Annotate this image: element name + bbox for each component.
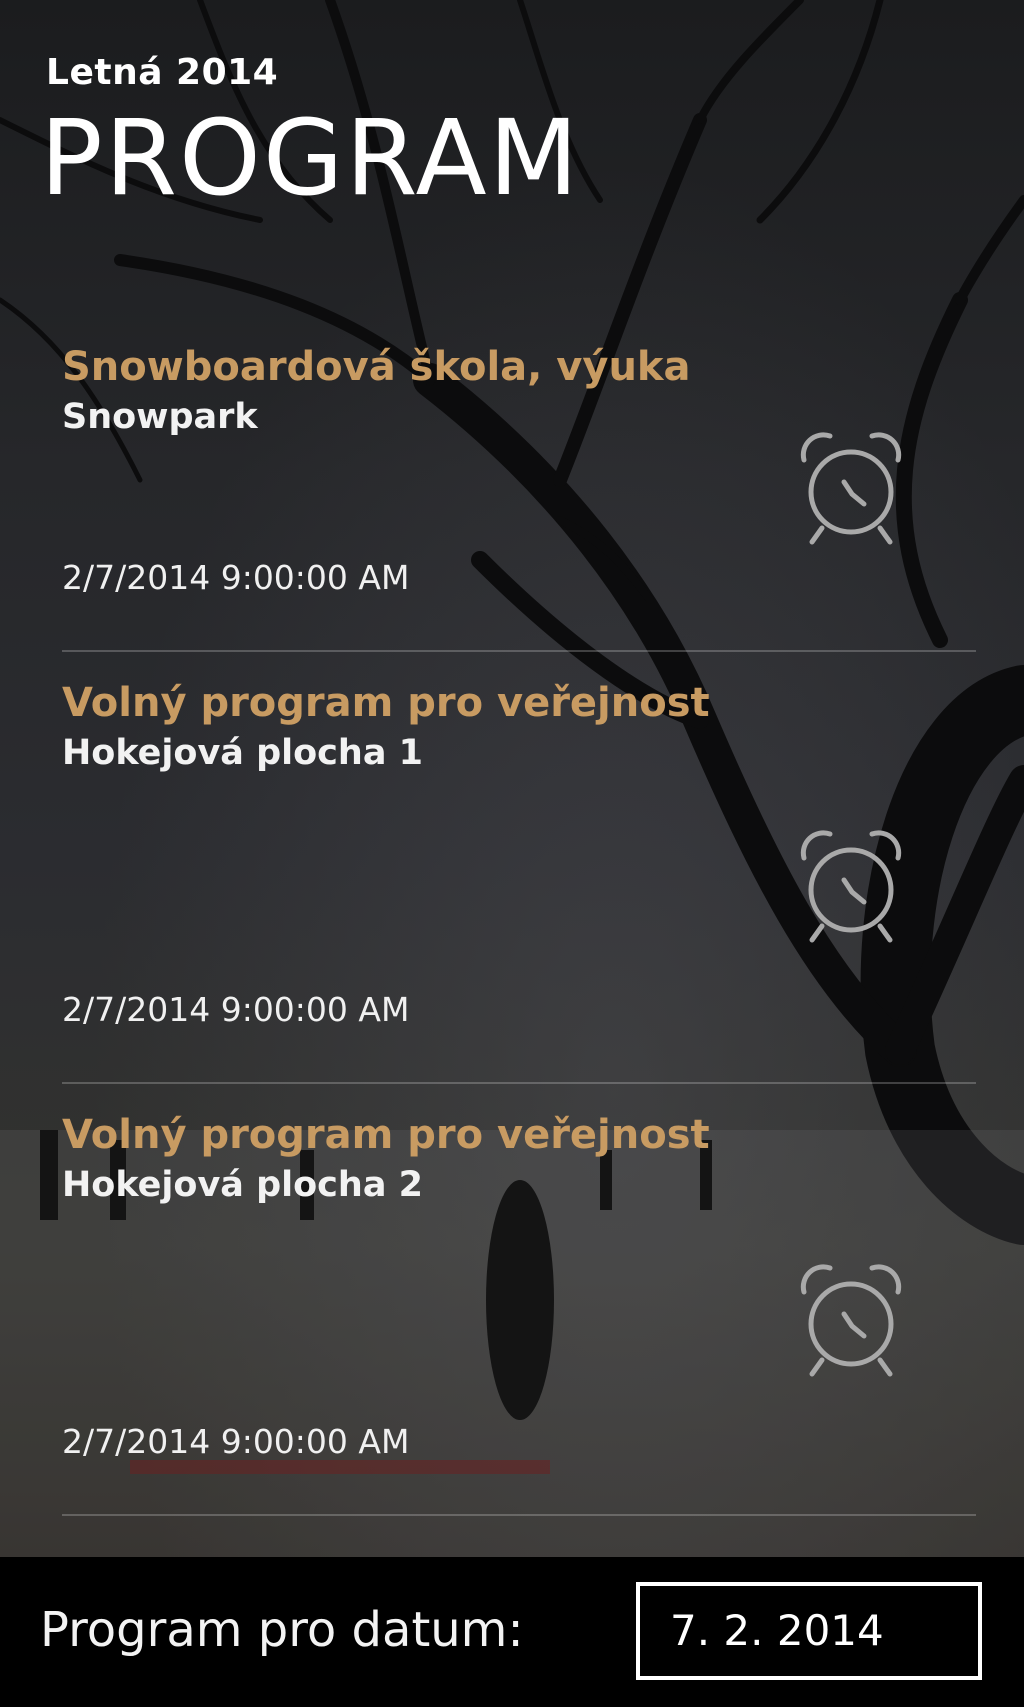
program-item-title: Volný program pro veřejnost bbox=[62, 680, 710, 726]
program-item-time: 2/7/2014 9:00:00 AM bbox=[62, 1422, 410, 1461]
alarm-clock-icon[interactable] bbox=[786, 1254, 916, 1384]
program-item-time: 2/7/2014 9:00:00 AM bbox=[62, 558, 410, 597]
alarm-clock-icon[interactable] bbox=[786, 820, 916, 950]
alarm-clock-icon[interactable] bbox=[786, 422, 916, 552]
program-item-title: Volný program pro veřejnost bbox=[62, 1112, 710, 1158]
program-item-time: 2/7/2014 9:00:00 AM bbox=[62, 990, 410, 1029]
program-item-title: Snowboardová škola, výuka bbox=[62, 344, 691, 390]
program-item-place: Hokejová plocha 2 bbox=[62, 1165, 423, 1206]
date-label: Program pro datum: bbox=[40, 1602, 524, 1658]
app-subtitle: Letná 2014 bbox=[46, 52, 279, 93]
date-picker[interactable]: 7. 2. 2014 bbox=[636, 1582, 982, 1680]
program-item[interactable]: Volný program pro veřejnost Hokejová plo… bbox=[62, 652, 976, 1084]
program-item[interactable]: Volný program pro veřejnost Hokejová plo… bbox=[62, 1084, 976, 1516]
program-list: Snowboardová škola, výuka Snowpark 2/7/2… bbox=[0, 320, 1024, 1516]
program-item-place: Hokejová plocha 1 bbox=[62, 733, 423, 774]
program-item[interactable]: Snowboardová škola, výuka Snowpark 2/7/2… bbox=[62, 320, 976, 652]
page-title: PROGRAM bbox=[40, 97, 581, 219]
